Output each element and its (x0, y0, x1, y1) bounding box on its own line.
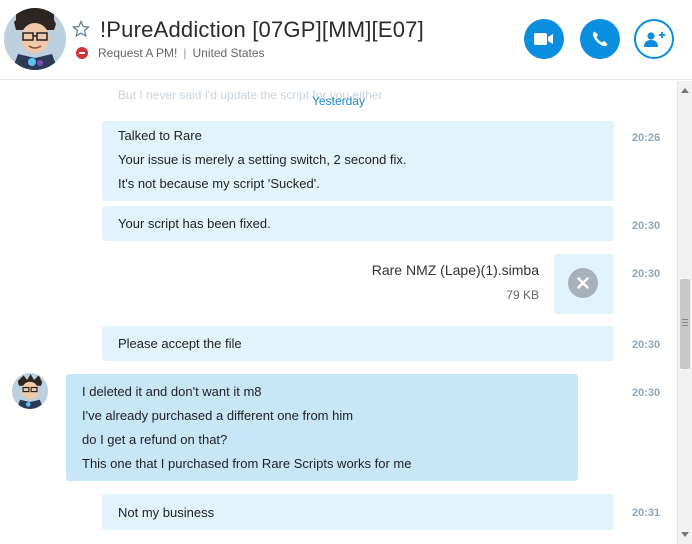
message-line: Please accept the file (118, 336, 242, 351)
message-line: It's not because my script 'Sucked'. (118, 176, 320, 191)
sender-avatar[interactable] (12, 373, 48, 409)
message-timestamp: 20:30 (632, 339, 661, 351)
message-bubble-sent[interactable]: Please accept the file (102, 326, 614, 361)
mood-message: Request A PM! (98, 46, 178, 60)
message-line: Talked to Rare (118, 128, 202, 143)
audio-call-icon (592, 31, 608, 47)
contact-avatar[interactable] (4, 8, 66, 70)
file-cancel-icon[interactable] (568, 268, 598, 298)
message-bubble-sent[interactable]: Your script has been fixed. (102, 206, 614, 241)
message-timestamp: 20:26 (632, 132, 661, 144)
video-call-icon (534, 33, 553, 45)
contact-location: United States (192, 46, 265, 60)
message-bubble-received[interactable]: I deleted it and don't want it m8 I've a… (66, 374, 578, 481)
scroll-up-arrow-icon[interactable] (681, 88, 689, 93)
add-contact-button[interactable] (634, 19, 674, 59)
message-timestamp: 20:31 (632, 507, 661, 519)
chat-scrollbar[interactable] (677, 81, 692, 544)
do-not-disturb-icon (76, 47, 88, 59)
scroll-down-arrow-icon[interactable] (681, 532, 689, 537)
conversation-area[interactable]: But I never said I'd update the script f… (0, 81, 677, 544)
contact-name: !PureAddiction [07GP][MM][E07] (100, 17, 424, 42)
file-card[interactable] (554, 254, 614, 314)
add-contact-icon (644, 32, 665, 47)
video-call-button[interactable] (524, 19, 564, 59)
message-line: Not my business (118, 505, 215, 520)
message-timestamp: 20:30 (632, 268, 661, 280)
date-divider: Yesterday (312, 94, 365, 108)
message-line: Your script has been fixed. (118, 216, 271, 231)
message-bubble-sent[interactable]: Talked to Rare Your issue is merely a se… (102, 121, 614, 201)
message-line: do I get a refund on that? (82, 432, 228, 447)
message-timestamp: 20:30 (632, 387, 661, 399)
scrollbar-thumb[interactable] (680, 279, 690, 369)
message-line: I deleted it and don't want it m8 (82, 384, 262, 399)
file-size: 79 KB (506, 288, 539, 302)
message-bubble-sent[interactable]: Not my business (102, 494, 614, 530)
audio-call-button[interactable] (580, 19, 620, 59)
favorite-star-icon[interactable] (72, 20, 90, 38)
message-timestamp: 20:30 (632, 220, 661, 232)
file-name[interactable]: Rare NMZ (Lape)(1).simba (372, 262, 539, 278)
message-line: This one that I purchased from Rare Scri… (82, 456, 412, 471)
status-separator: | (183, 46, 187, 60)
message-line: I've already purchased a different one f… (82, 408, 354, 423)
chat-header: !PureAddiction [07GP][MM][E07] Request A… (0, 0, 692, 80)
message-line: Your issue is merely a setting switch, 2… (118, 152, 407, 167)
contact-status: Request A PM! | United States (76, 46, 265, 60)
